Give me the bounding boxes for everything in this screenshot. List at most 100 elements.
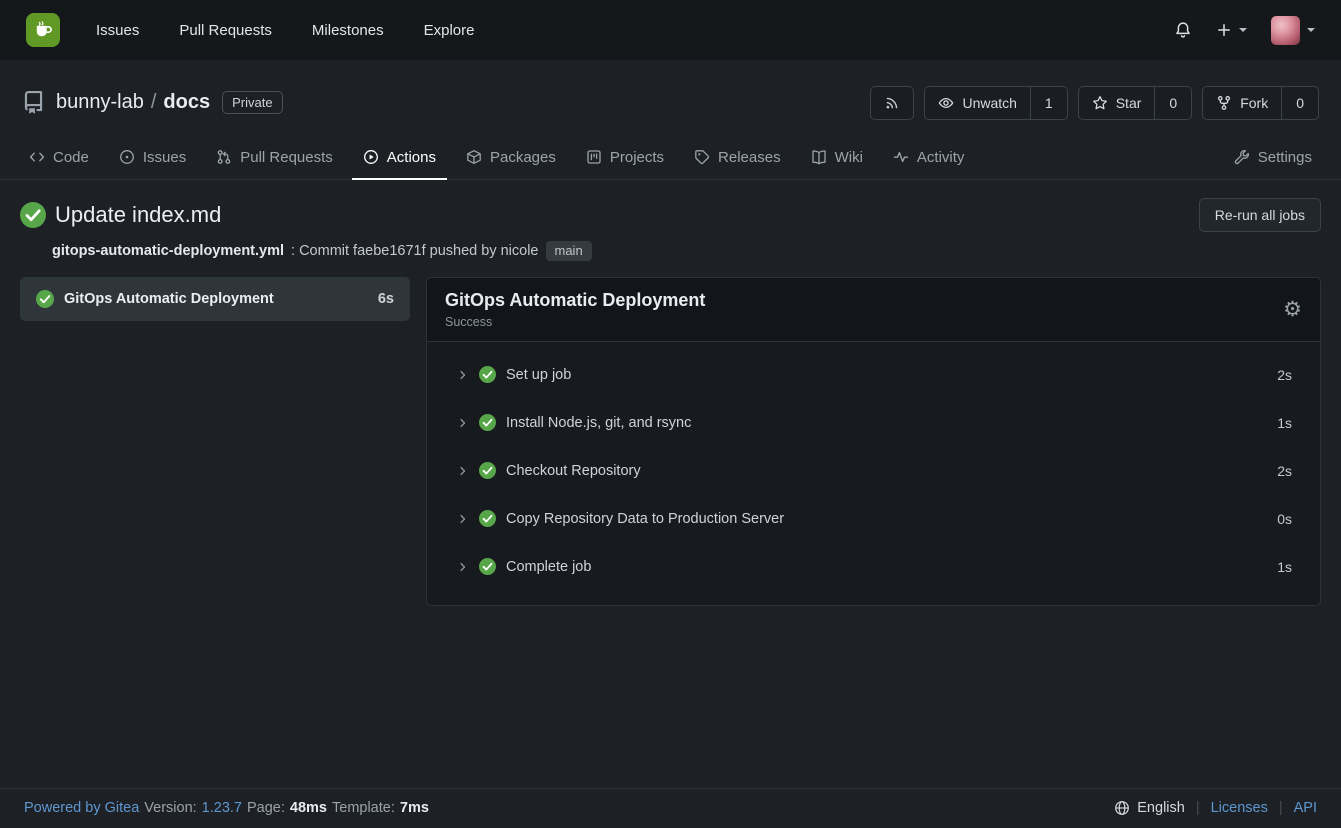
step-row[interactable]: Copy Repository Data to Production Serve… [427, 495, 1320, 543]
tab-label: Activity [917, 149, 965, 166]
notifications-button[interactable] [1174, 21, 1192, 39]
fork-button-group: Fork 0 [1202, 86, 1319, 120]
tab-packages[interactable]: Packages [455, 137, 567, 180]
workflow-run-page: Update index.md Re-run all jobs gitops-a… [0, 180, 1341, 760]
repo-action-buttons: Unwatch 1 Star 0 [870, 86, 1319, 120]
step-name: Set up job [506, 367, 571, 383]
private-badge: Private [222, 91, 282, 114]
issue-icon [119, 149, 135, 165]
page-footer: Powered by Gitea Version: 1.23.7 Page: 4… [0, 788, 1341, 828]
star-button-group: Star 0 [1078, 86, 1192, 120]
step-row[interactable]: Install Node.js, git, and rsync 1s [427, 399, 1320, 447]
step-duration: 1s [1277, 559, 1292, 575]
repo-owner-link[interactable]: bunny-lab [56, 91, 144, 114]
tab-settings[interactable]: Settings [1223, 137, 1323, 180]
tab-actions[interactable]: Actions [352, 137, 447, 180]
repo-name-separator: / [151, 91, 157, 114]
job-panel-heading: GitOps Automatic Deployment Success [445, 290, 705, 329]
fork-button[interactable]: Fork [1203, 87, 1281, 119]
tab-label: Releases [718, 149, 781, 166]
chevron-right-icon [457, 369, 469, 381]
tab-issues[interactable]: Issues [108, 137, 197, 180]
tab-label: Packages [490, 149, 556, 166]
watchers-count[interactable]: 1 [1030, 87, 1067, 119]
rss-button[interactable] [870, 86, 914, 120]
forks-count[interactable]: 0 [1281, 87, 1318, 119]
tag-icon [694, 149, 710, 165]
nav-milestones[interactable]: Milestones [292, 12, 404, 49]
nav-explore[interactable]: Explore [404, 12, 495, 49]
job-list-item[interactable]: GitOps Automatic Deployment 6s [20, 277, 410, 321]
gitea-mug-icon [32, 19, 54, 41]
play-circle-icon [363, 149, 379, 165]
step-row[interactable]: Set up job 2s [427, 351, 1320, 399]
success-check-icon [479, 558, 496, 575]
gear-icon[interactable]: ⚙ [1283, 299, 1302, 320]
job-detail-panel: GitOps Automatic Deployment Success ⚙ Se… [426, 277, 1321, 606]
chevron-right-icon [457, 561, 469, 573]
unwatch-button[interactable]: Unwatch [925, 87, 1029, 119]
nav-issues[interactable]: Issues [76, 12, 159, 49]
job-panel-header: GitOps Automatic Deployment Success ⚙ [427, 278, 1320, 342]
powered-by-gitea-link[interactable]: Powered by Gitea [24, 800, 139, 816]
job-steps-list: Set up job 2s Install Node.js, git, and … [427, 342, 1320, 605]
repo-title-row: bunny-lab / docs Private Unwatch [0, 78, 1341, 128]
repo-name: bunny-lab / docs [56, 91, 210, 114]
unwatch-label: Unwatch [962, 95, 1016, 111]
tab-pull-requests[interactable]: Pull Requests [205, 137, 344, 180]
tab-activity[interactable]: Activity [882, 137, 976, 180]
chevron-right-icon [457, 513, 469, 525]
workflow-file-name[interactable]: gitops-automatic-deployment.yml [52, 243, 284, 259]
tab-label: Projects [610, 149, 664, 166]
tab-projects[interactable]: Projects [575, 137, 675, 180]
jobs-sidebar: GitOps Automatic Deployment 6s [20, 277, 410, 321]
bell-icon [1174, 21, 1192, 39]
rerun-all-jobs-button[interactable]: Re-run all jobs [1199, 198, 1321, 232]
success-check-icon [36, 290, 54, 308]
star-icon [1092, 95, 1108, 111]
template-time-label: Template: [332, 800, 395, 816]
success-check-icon [479, 462, 496, 479]
tab-releases[interactable]: Releases [683, 137, 792, 180]
job-name: GitOps Automatic Deployment [64, 291, 274, 307]
nav-pull-requests[interactable]: Pull Requests [159, 12, 292, 49]
create-new-button[interactable] [1216, 22, 1247, 38]
step-row[interactable]: Checkout Repository 2s [427, 447, 1320, 495]
stars-count[interactable]: 0 [1154, 87, 1191, 119]
star-button[interactable]: Star [1079, 87, 1155, 119]
repo-tabs: Code Issues Pull Requests Actions P [0, 137, 1341, 180]
page-time-label: Page: [247, 800, 285, 816]
step-name: Install Node.js, git, and rsync [506, 415, 691, 431]
repo-header: bunny-lab / docs Private Unwatch [0, 60, 1341, 180]
pull-request-icon [216, 149, 232, 165]
licenses-link[interactable]: Licenses [1211, 800, 1268, 816]
step-duration: 2s [1277, 463, 1292, 479]
navbar-links: Issues Pull Requests Milestones Explore [76, 12, 494, 49]
run-body: GitOps Automatic Deployment 6s GitOps Au… [20, 277, 1321, 606]
version-label: Version: [144, 800, 196, 816]
footer-separator: | [1196, 800, 1200, 816]
book-icon [811, 149, 827, 165]
language-selector[interactable]: English [1114, 800, 1185, 816]
step-name: Copy Repository Data to Production Serve… [506, 511, 784, 527]
api-link[interactable]: API [1294, 800, 1317, 816]
step-name: Checkout Repository [506, 463, 641, 479]
user-menu-button[interactable] [1271, 16, 1315, 45]
tab-label: Settings [1258, 149, 1312, 166]
version-link[interactable]: 1.23.7 [202, 800, 242, 816]
step-name: Complete job [506, 559, 591, 575]
plus-icon [1216, 22, 1232, 38]
wrench-icon [1234, 149, 1250, 165]
tab-wiki[interactable]: Wiki [800, 137, 874, 180]
fork-icon [1216, 95, 1232, 111]
step-row[interactable]: Complete job 1s [427, 543, 1320, 591]
top-navbar: Issues Pull Requests Milestones Explore [0, 0, 1341, 60]
rss-icon [884, 95, 900, 111]
tab-label: Code [53, 149, 89, 166]
repo-link[interactable]: docs [163, 91, 210, 114]
gitea-logo[interactable] [26, 13, 60, 47]
avatar [1271, 16, 1300, 45]
branch-badge[interactable]: main [546, 241, 592, 261]
tab-label: Pull Requests [240, 149, 333, 166]
tab-code[interactable]: Code [18, 137, 100, 180]
